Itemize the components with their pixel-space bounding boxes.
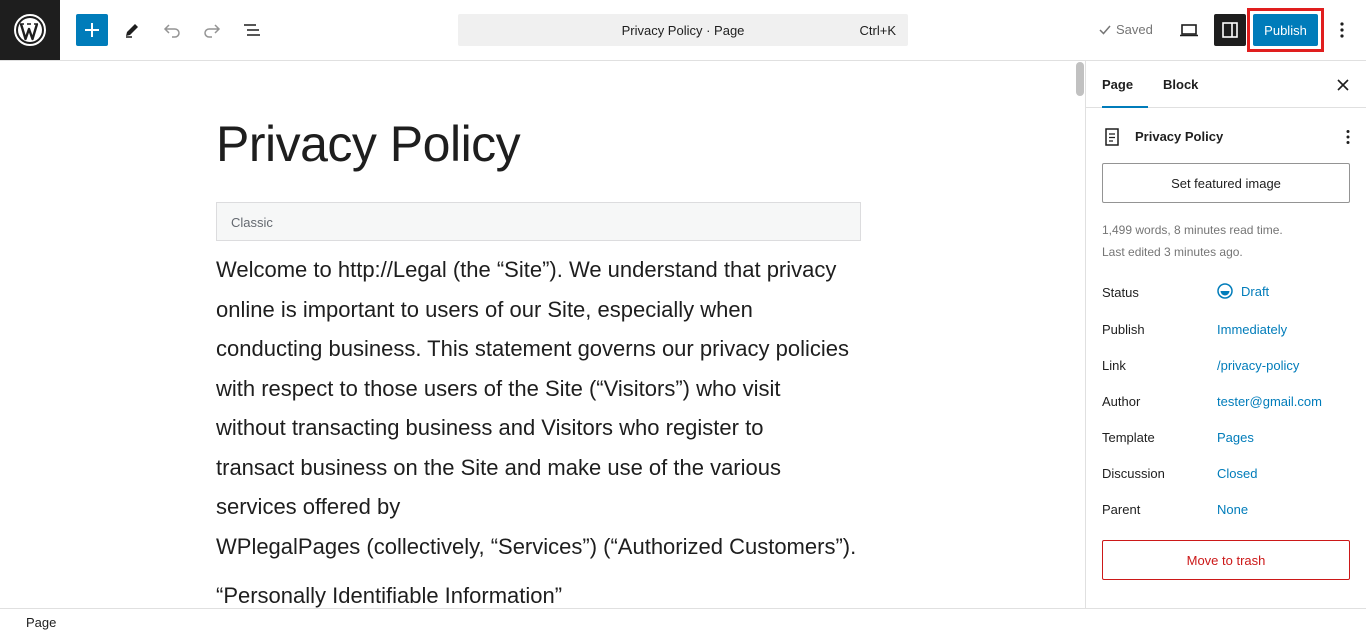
- post-title[interactable]: Privacy Policy: [216, 115, 521, 173]
- paragraph-line: Welcome to http://Legal (the “Site”). We…: [216, 257, 837, 282]
- set-featured-image-button[interactable]: Set featured image: [1102, 163, 1350, 203]
- options-button[interactable]: [1326, 14, 1358, 46]
- paragraph-line: with respect to those users of the Site …: [216, 375, 781, 401]
- wordpress-icon: [14, 14, 46, 46]
- status-value-button[interactable]: Draft: [1217, 283, 1269, 299]
- desktop-icon: [1180, 24, 1198, 37]
- paragraph-line: conducting business. This statement gove…: [216, 336, 850, 361]
- redo-icon: [204, 24, 221, 38]
- paragraph-line: without transacting business and Visitor…: [216, 415, 764, 440]
- field-link: Link /privacy-policy: [1102, 355, 1352, 375]
- word-count: 1,499 words, 8 minutes read time.: [1102, 223, 1283, 237]
- document-meta: 1,499 words, 8 minutes read time. Last e…: [1102, 219, 1283, 263]
- field-template: Template Pages: [1102, 427, 1352, 447]
- more-vertical-icon: [1340, 22, 1344, 38]
- shortcut-hint: Ctrl+K: [859, 23, 896, 38]
- tools-button[interactable]: [116, 14, 148, 46]
- settings-sidebar: Page Block Privacy Policy Set featured i…: [1085, 61, 1366, 608]
- paragraph-line: services offered by: [216, 494, 401, 519]
- field-label: Discussion: [1102, 466, 1165, 481]
- preview-button[interactable]: [1173, 14, 1205, 46]
- field-discussion: Discussion Closed: [1102, 463, 1352, 483]
- more-vertical-icon: [1346, 130, 1350, 144]
- status-value: Draft: [1241, 283, 1270, 299]
- document-summary: Privacy Policy: [1104, 127, 1354, 147]
- sidebar-toggle-icon: [1222, 22, 1238, 38]
- field-label: Publish: [1102, 322, 1145, 337]
- paragraph-line: WPlegalPages (collectively, “Services”) …: [216, 533, 857, 559]
- saved-indicator: Saved: [1098, 22, 1153, 37]
- document-overview-button[interactable]: [236, 14, 268, 46]
- close-icon: [1337, 79, 1349, 91]
- field-status: Status Draft: [1102, 282, 1352, 302]
- add-block-button[interactable]: [76, 14, 108, 46]
- field-label: Status: [1102, 285, 1139, 300]
- command-palette-bar[interactable]: Privacy Policy · Page Ctrl+K: [458, 14, 908, 46]
- close-sidebar-button[interactable]: [1333, 75, 1353, 95]
- field-publish: Publish Immediately: [1102, 319, 1352, 339]
- publish-date-button[interactable]: Immediately: [1217, 322, 1287, 337]
- field-parent: Parent None: [1102, 499, 1352, 519]
- wordpress-logo-button[interactable]: [0, 0, 60, 60]
- doc-actions-button[interactable]: [1338, 127, 1358, 147]
- move-to-trash-button[interactable]: Move to trash: [1102, 540, 1350, 580]
- parent-button[interactable]: None: [1217, 502, 1248, 517]
- list-view-icon: [244, 24, 260, 36]
- permalink-button[interactable]: /privacy-policy: [1217, 358, 1299, 373]
- discussion-button[interactable]: Closed: [1217, 466, 1257, 481]
- classic-block-label: Classic: [231, 215, 273, 230]
- publish-button[interactable]: Publish: [1253, 14, 1318, 46]
- document-title: Privacy Policy · Page: [621, 23, 745, 38]
- settings-button[interactable]: [1214, 14, 1246, 46]
- last-edited: Last edited 3 minutes ago.: [1102, 245, 1243, 259]
- paragraph-line: transact business on the Site and make u…: [216, 454, 781, 480]
- sidebar-doc-title: Privacy Policy: [1135, 129, 1224, 144]
- editor-header: Privacy Policy · Page Ctrl+K Saved Publi…: [0, 0, 1366, 61]
- field-author: Author tester@gmail.com: [1102, 391, 1352, 411]
- page-icon: [1105, 128, 1119, 146]
- field-label: Link: [1102, 358, 1126, 373]
- breadcrumb-item[interactable]: Page: [26, 615, 56, 630]
- undo-button[interactable]: [156, 14, 188, 46]
- canvas-scrollbar[interactable]: [1076, 62, 1084, 96]
- paragraph-content[interactable]: Welcome to http://Legal (the “Site”). We…: [216, 250, 866, 566]
- check-icon: [1099, 25, 1111, 35]
- template-button[interactable]: Pages: [1217, 430, 1254, 445]
- redo-button[interactable]: [196, 14, 228, 46]
- pencil-icon: [126, 24, 138, 38]
- tab-page[interactable]: Page: [1102, 61, 1148, 108]
- editor-canvas[interactable]: Privacy Policy Classic Welcome to http:/…: [0, 61, 1085, 608]
- block-breadcrumb-bar: Page: [0, 608, 1366, 633]
- undo-icon: [163, 24, 180, 38]
- author-button[interactable]: tester@gmail.com: [1217, 394, 1322, 409]
- field-label: Author: [1102, 394, 1141, 409]
- section-heading[interactable]: “Personally Identifiable Information”: [216, 583, 562, 608]
- draft-status-icon: [1217, 283, 1233, 299]
- saved-label: Saved: [1116, 22, 1153, 37]
- sidebar-tabs: Page Block: [1086, 61, 1366, 108]
- field-label: Parent: [1102, 502, 1141, 517]
- classic-block[interactable]: Classic: [216, 202, 861, 241]
- field-label: Template: [1102, 430, 1155, 445]
- paragraph-line: online is important to users of our Site…: [216, 296, 753, 322]
- tab-block[interactable]: Block: [1163, 61, 1198, 108]
- plus-icon: [85, 23, 99, 37]
